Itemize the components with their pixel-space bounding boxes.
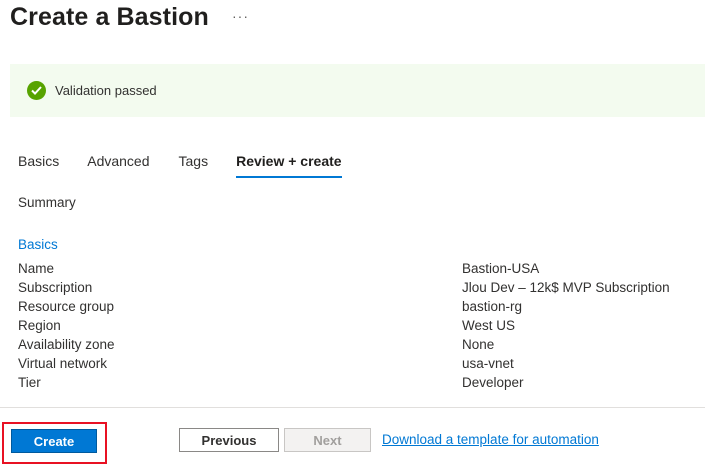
create-button[interactable]: Create xyxy=(11,429,97,453)
tab-basics[interactable]: Basics xyxy=(18,153,59,178)
check-circle-icon xyxy=(27,81,46,100)
row-value: bastion-rg xyxy=(462,299,523,314)
summary-row: Subscription Jlou Dev – 12k$ MVP Subscrip… xyxy=(18,280,705,299)
summary-row: Availability zone None xyxy=(18,337,705,356)
row-value: usa-vnet xyxy=(462,356,514,371)
summary-heading: Summary xyxy=(18,195,76,210)
previous-button[interactable]: Previous xyxy=(179,428,279,452)
validation-banner: Validation passed xyxy=(10,64,705,117)
row-label: Resource group xyxy=(18,299,115,314)
tab-tags[interactable]: Tags xyxy=(179,153,209,178)
tab-advanced[interactable]: Advanced xyxy=(87,153,149,178)
summary-row: Virtual network usa-vnet xyxy=(18,356,705,375)
row-value: Bastion-USA xyxy=(462,261,540,276)
basics-section-heading: Basics xyxy=(18,237,58,252)
footer-divider xyxy=(0,407,705,408)
row-label: Availability zone xyxy=(18,337,115,352)
tab-bar: Basics Advanced Tags Review + create xyxy=(18,153,342,178)
row-value: Jlou Dev – 12k$ MVP Subscription xyxy=(462,280,670,295)
next-button[interactable]: Next xyxy=(284,428,371,452)
row-label: Subscription xyxy=(18,280,93,295)
more-options-button[interactable]: ··· xyxy=(232,8,249,24)
download-template-link[interactable]: Download a template for automation xyxy=(382,432,599,447)
summary-row: Region West US xyxy=(18,318,705,337)
summary-row: Resource group bastion-rg xyxy=(18,299,705,318)
row-label: Tier xyxy=(18,375,41,390)
row-label: Virtual network xyxy=(18,356,108,371)
summary-row: Name Bastion-USA xyxy=(18,261,705,280)
row-value: Developer xyxy=(462,375,524,390)
tab-review-create[interactable]: Review + create xyxy=(236,153,342,178)
row-label: Name xyxy=(18,261,55,276)
row-value: West US xyxy=(462,318,516,333)
row-label: Region xyxy=(18,318,61,333)
basics-summary-list: Name Bastion-USA Subscription Jlou Dev – 1… xyxy=(18,261,705,394)
validation-message: Validation passed xyxy=(55,83,157,98)
page-title: Create a Bastion xyxy=(10,3,209,31)
summary-row: Tier Developer xyxy=(18,375,705,394)
row-value: None xyxy=(462,337,495,352)
